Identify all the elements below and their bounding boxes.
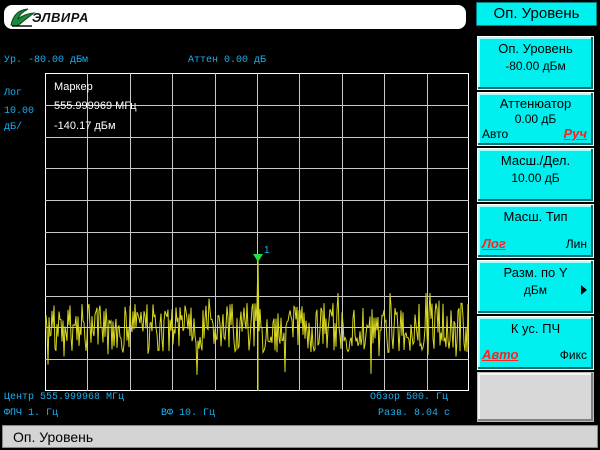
- marker-icon[interactable]: [253, 254, 263, 262]
- scale-log-option: Лог: [482, 236, 506, 251]
- softkey-label: Аттенюатор: [499, 96, 572, 111]
- scale-lin-option: Лин: [565, 237, 587, 251]
- marker-title: Маркер: [54, 81, 93, 93]
- softkey-value: -80.00 дБм: [505, 59, 566, 73]
- softkey-label: Масш./Дел.: [500, 153, 571, 168]
- submenu-arrow-icon: [581, 285, 587, 295]
- logo-text: ЭЛВИРА: [32, 10, 89, 25]
- attenuation-readout: Аттен 0.00 дБ: [188, 55, 267, 66]
- scale-type-softkey[interactable]: Масш. Тип Лог Лин: [477, 204, 594, 258]
- ref-level-readout: Ур. -80.00 дБм: [4, 55, 89, 66]
- softkey-label: Разм. по Y: [503, 265, 568, 280]
- empty-softkey[interactable]: [477, 372, 594, 422]
- softkey-value: 0.00 дБ: [514, 112, 557, 126]
- scale-div-softkey[interactable]: Масш./Дел. 10.00 дБ: [477, 148, 594, 202]
- marker-number: 1: [264, 245, 270, 256]
- scale-unit-readout: дБ/: [4, 122, 23, 133]
- center-frequency-readout: Центр 555.999968 МГц: [4, 392, 125, 403]
- menu-title: Оп. Уровень: [476, 2, 597, 26]
- scale-type-readout: Лог: [4, 88, 23, 99]
- status-bar: Оп. Уровень: [2, 425, 598, 448]
- if-gain-auto-option: Авто: [482, 347, 519, 362]
- status-text: Оп. Уровень: [13, 429, 94, 445]
- softkey-label: К ус. ПЧ: [510, 321, 561, 336]
- rbw-readout: ФПЧ 1. Гц: [4, 408, 59, 419]
- softkey-label: Масш. Тип: [503, 209, 568, 224]
- softkey-value: дБм: [523, 283, 548, 297]
- span-readout: Обзор 500. Гц: [370, 392, 449, 403]
- logo-bar: ЭЛВИРА: [2, 3, 468, 31]
- attenuator-softkey[interactable]: Аттенюатор 0.00 дБ Авто Руч: [477, 92, 594, 146]
- scale-value-readout: 10.00: [4, 106, 35, 117]
- softkey-label: Оп. Уровень: [498, 41, 573, 56]
- vbw-readout: ВФ 10. Гц: [161, 408, 216, 419]
- if-gain-softkey[interactable]: К ус. ПЧ Авто Фикс: [477, 316, 594, 370]
- softkey-value: 10.00 дБ: [511, 171, 560, 185]
- attenuator-auto-option: Авто: [482, 127, 509, 141]
- sweep-readout: Разв. 8.04 с: [378, 408, 451, 419]
- if-gain-fixed-option: Фикс: [559, 348, 587, 362]
- marker-frequency: 555.999969 МГц: [54, 100, 137, 112]
- spectrum-graph[interactable]: 1 Маркер 555.999969 МГц -140.17 дБм: [45, 73, 469, 391]
- y-units-softkey[interactable]: Разм. по Y дБм: [477, 260, 594, 314]
- marker-amplitude: -140.17 дБм: [54, 120, 116, 132]
- attenuator-manual-option: Руч: [563, 126, 587, 141]
- ref-level-softkey[interactable]: Оп. Уровень -80.00 дБм: [477, 36, 594, 90]
